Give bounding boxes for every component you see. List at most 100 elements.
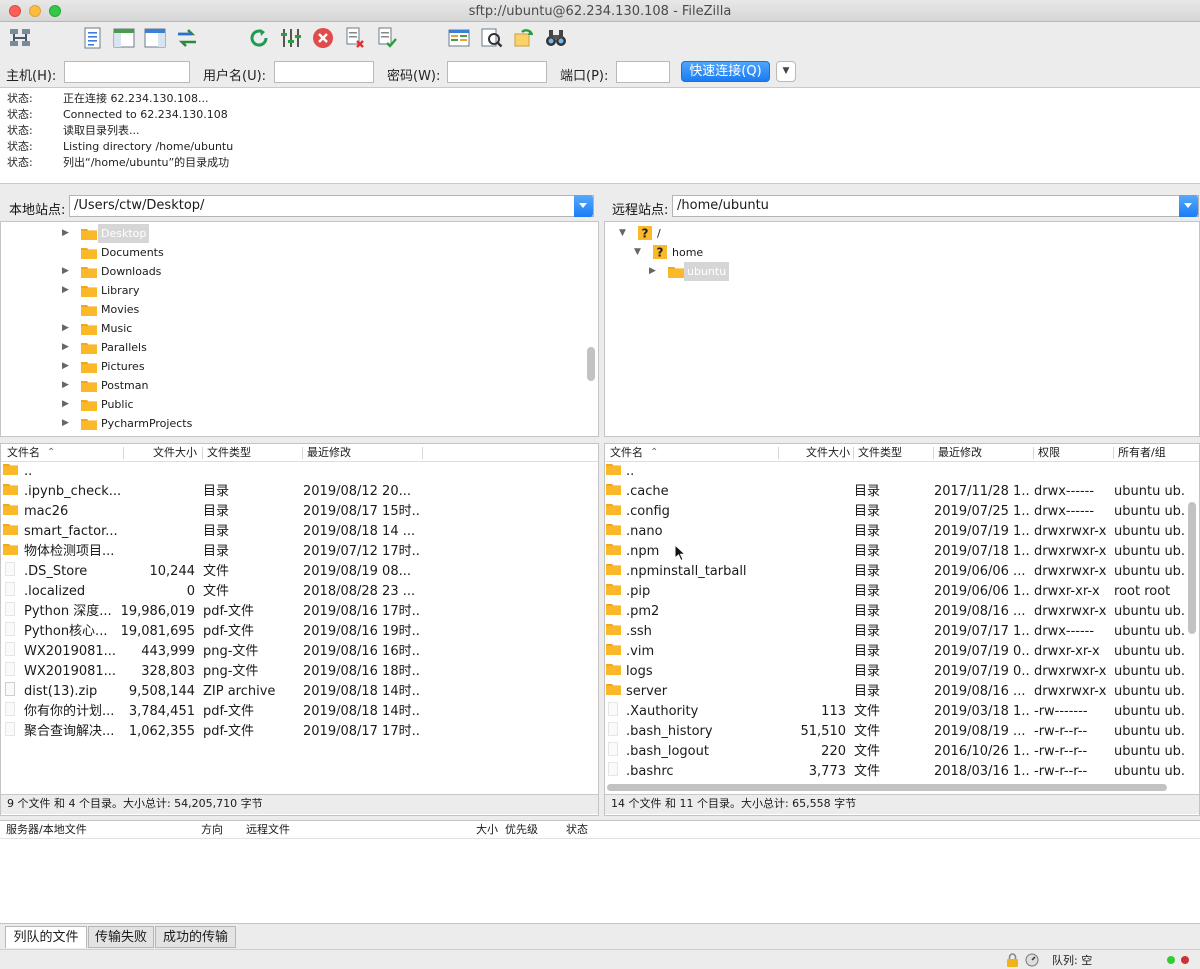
local-tree-item[interactable]: ▶ Postman <box>1 376 581 395</box>
expand-arrow-icon[interactable]: ▶ <box>62 395 72 414</box>
remote-list-hscrollbar[interactable] <box>607 784 1167 791</box>
local-file-row[interactable]: .ipynb_check... 目录 2019/08/12 20... <box>1 482 598 502</box>
remote-path-dropdown-button[interactable] <box>1179 195 1198 217</box>
local-file-row[interactable]: .DS_Store 10,244 文件 2019/08/19 08... <box>1 562 598 582</box>
local-file-row[interactable]: .localized 0 文件 2018/08/28 23 ... <box>1 582 598 602</box>
port-input[interactable] <box>616 61 670 83</box>
reconnect-icon[interactable] <box>374 25 400 51</box>
remote-file-row[interactable]: .vim 目录 2019/07/19 0... drwxr-xr-x ubuntu ub… <box>605 642 1186 662</box>
expand-arrow-icon[interactable]: ▶ <box>649 262 659 281</box>
queue-col-size[interactable]: 大小 <box>476 821 498 839</box>
collapse-arrow-icon[interactable]: ▼ <box>619 224 629 243</box>
expand-arrow-icon[interactable]: ▶ <box>62 262 72 281</box>
local-file-row[interactable]: mac26 目录 2019/08/17 15时... <box>1 502 598 522</box>
host-input[interactable] <box>64 61 190 83</box>
quickconnect-history-dropdown[interactable]: ▼ <box>776 61 796 82</box>
collapse-arrow-icon[interactable]: ▼ <box>634 243 644 262</box>
local-file-row[interactable]: dist(13).zip 9,508,144 ZIP archive 2019/08/… <box>1 682 598 702</box>
remote-file-row[interactable]: .nano 目录 2019/07/19 1... drwxrwxr-x ubuntu u… <box>605 522 1186 542</box>
local-file-row[interactable]: Python核心... 19,081,695 pdf-文件 2019/08/16 19… <box>1 622 598 642</box>
local-tree-item[interactable]: Movies <box>1 300 581 319</box>
remote-file-row[interactable]: .. <box>605 462 1185 482</box>
message-log-icon[interactable] <box>80 25 106 51</box>
remote-file-row[interactable]: server 目录 2019/08/16 ... drwxrwxr-x ubuntu u… <box>605 682 1186 702</box>
remote-file-row[interactable]: .pm2 目录 2019/08/16 ... drwxrwxr-x ubuntu ub.… <box>605 602 1186 622</box>
remote-col-owner[interactable]: 所有者/组 <box>1118 444 1166 462</box>
local-col-modified[interactable]: 最近修改 <box>307 444 351 462</box>
remote-tree-item[interactable]: ▶ ubuntu <box>605 262 1185 281</box>
remote-directory-tree[interactable]: ▼? / ▼? home ▶ ubuntu <box>604 221 1200 437</box>
remote-file-list[interactable]: 文件名 ⌃ 文件大小 文件类型 最近修改 权限 所有者/组 .. .cache 目录… <box>604 443 1200 816</box>
lock-icon[interactable] <box>1006 953 1019 967</box>
refresh-icon[interactable] <box>246 25 272 51</box>
remote-col-type[interactable]: 文件类型 <box>858 444 902 462</box>
remote-col-size[interactable]: 文件大小 <box>783 444 850 462</box>
local-file-row[interactable]: WX2019081... 443,999 png-文件 2019/08/16 16时.… <box>1 642 598 662</box>
transfer-queue[interactable]: 服务器/本地文件 方向 远程文件 大小 优先级 状态 <box>0 820 1200 924</box>
local-path-combobox[interactable]: /Users/ctw/Desktop/ <box>69 195 594 217</box>
local-tree-item[interactable]: Documents <box>1 243 581 262</box>
directory-compare-icon[interactable] <box>446 25 472 51</box>
password-input[interactable] <box>447 61 547 83</box>
local-path-dropdown-button[interactable] <box>574 195 593 217</box>
local-tree-scrollbar[interactable] <box>587 347 595 381</box>
expand-arrow-icon[interactable]: ▶ <box>62 338 72 357</box>
local-tree-item[interactable]: ▶ Public <box>1 395 581 414</box>
remote-file-row[interactable]: .Xauthority 113 文件 2019/03/18 1... -rw------… <box>605 702 1186 722</box>
remote-file-row[interactable]: .cache 目录 2017/11/28 1... drwx------ ubuntu … <box>605 482 1186 502</box>
username-input[interactable] <box>274 61 374 83</box>
search-icon[interactable] <box>479 25 505 51</box>
local-tree-item[interactable]: ▶ Pictures <box>1 357 581 376</box>
queue-col-remote[interactable]: 远程文件 <box>246 821 290 839</box>
queue-col-server[interactable]: 服务器/本地文件 <box>6 821 87 839</box>
local-col-name[interactable]: 文件名 <box>7 444 40 462</box>
remote-file-row[interactable]: .ssh 目录 2019/07/17 1... drwx------ ubuntu ub… <box>605 622 1186 642</box>
local-file-row[interactable]: 物体检测项目... 目录 2019/07/12 17时... <box>1 542 598 562</box>
disconnect-icon[interactable] <box>342 25 368 51</box>
message-log[interactable]: 状态: 正在连接 62.234.130.108... 状态: Connected to… <box>0 87 1200 184</box>
remote-col-name[interactable]: 文件名 <box>610 444 643 462</box>
local-tree-item[interactable]: ▶ PycharmProjects <box>1 414 581 433</box>
queue-col-direction[interactable]: 方向 <box>201 821 223 839</box>
remote-tree-icon[interactable] <box>142 25 168 51</box>
site-manager-icon[interactable] <box>7 25 33 51</box>
queue-col-status[interactable]: 状态 <box>566 821 588 839</box>
local-tree-item[interactable]: ▶ Downloads <box>1 262 581 281</box>
expand-arrow-icon[interactable]: ▶ <box>62 357 72 376</box>
local-col-size[interactable]: 文件大小 <box>131 444 197 462</box>
local-tree-icon[interactable] <box>111 25 137 51</box>
remote-file-row[interactable]: .npm 目录 2019/07/18 1... drwxrwxr-x ubuntu ub… <box>605 542 1186 562</box>
local-file-row[interactable]: .. <box>1 462 598 482</box>
expand-arrow-icon[interactable]: ▶ <box>62 281 72 300</box>
expand-arrow-icon[interactable]: ▶ <box>62 224 72 243</box>
remote-file-row[interactable]: .npminstall_tarball 目录 2019/06/06 ... drwxr… <box>605 562 1186 582</box>
local-file-list[interactable]: 文件名 ⌃ 文件大小 文件类型 最近修改 .. .ipynb_check... 目录… <box>0 443 599 816</box>
local-tree-item[interactable]: ▶ Music <box>1 319 581 338</box>
local-tree-item[interactable]: ▶ Library <box>1 281 581 300</box>
remote-tree-item[interactable]: ▼? / <box>605 224 1185 243</box>
tab-successful-transfers[interactable]: 成功的传输 <box>155 926 236 948</box>
local-file-row[interactable]: 聚合查询解决... 1,062,355 pdf-文件 2019/08/17 17时..… <box>1 722 598 742</box>
filter-icon[interactable] <box>278 25 304 51</box>
speed-limit-icon[interactable] <box>1025 953 1039 967</box>
remote-file-row[interactable]: logs 目录 2019/07/19 0... drwxrwxr-x ubuntu ub… <box>605 662 1186 682</box>
remote-col-permissions[interactable]: 权限 <box>1038 444 1060 462</box>
queue-col-priority[interactable]: 优先级 <box>505 821 538 839</box>
remote-file-row[interactable]: .bash_history 51,510 文件 2019/08/19 ... -rw-r… <box>605 722 1186 742</box>
local-file-row[interactable]: smart_factor... 目录 2019/08/18 14 ... <box>1 522 598 542</box>
quickconnect-button[interactable]: 快速连接(Q) <box>681 61 770 82</box>
remote-file-row[interactable]: .bashrc 3,773 文件 2018/03/16 1... -rw-r--r-- u… <box>605 762 1186 782</box>
binoculars-icon[interactable] <box>543 25 569 51</box>
tab-failed-transfers[interactable]: 传输失败 <box>88 926 154 948</box>
sync-browse-icon[interactable] <box>511 25 537 51</box>
expand-arrow-icon[interactable]: ▶ <box>62 376 72 395</box>
local-file-row[interactable]: 你有你的计划... 3,784,451 pdf-文件 2019/08/18 14时..… <box>1 702 598 722</box>
remote-file-row[interactable]: .pip 目录 2019/06/06 1... drwxr-xr-x root root <box>605 582 1185 602</box>
remote-file-row[interactable]: .bash_logout 220 文件 2016/10/26 1... -rw-r--r… <box>605 742 1186 762</box>
tab-queued-files[interactable]: 列队的文件 <box>5 926 87 948</box>
remote-col-modified[interactable]: 最近修改 <box>938 444 982 462</box>
local-col-type[interactable]: 文件类型 <box>207 444 251 462</box>
local-file-row[interactable]: Python 深度... 19,986,019 pdf-文件 2019/08/16 1… <box>1 602 598 622</box>
transfer-queue-icon[interactable] <box>174 25 200 51</box>
remote-list-vscrollbar[interactable] <box>1188 502 1196 634</box>
